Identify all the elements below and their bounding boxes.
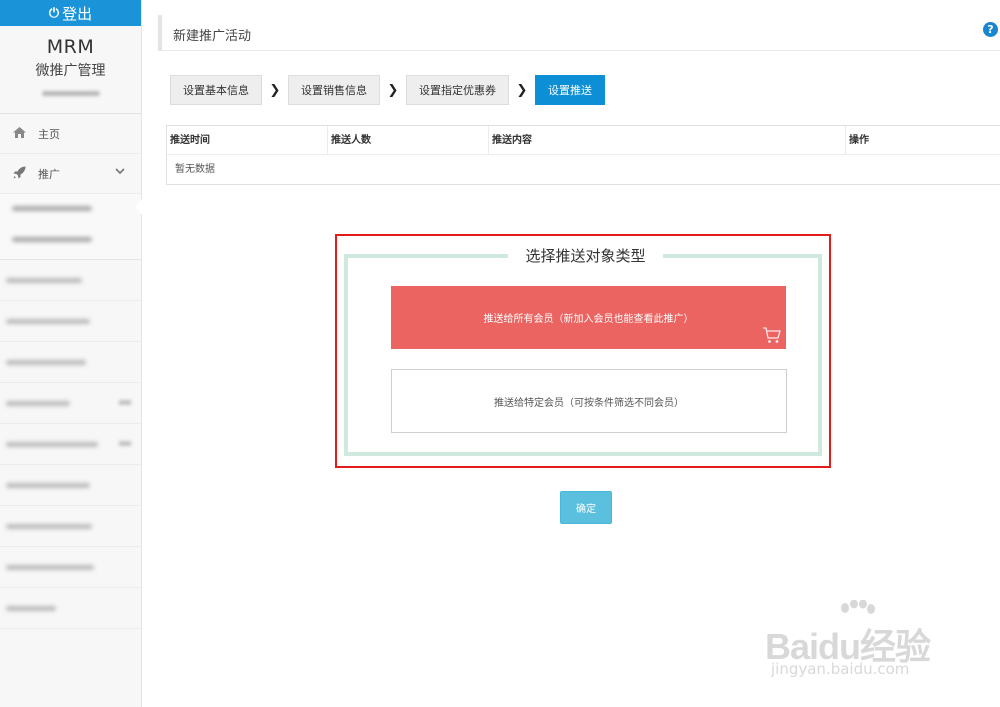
chevron-right-icon: ❯ <box>269 82 281 98</box>
blurred-sidebar-item[interactable] <box>0 383 141 424</box>
blurred-sidebar-item[interactable] <box>0 424 141 465</box>
sidebar-item-label: 推广 <box>38 167 60 181</box>
blurred-sidebar-item[interactable] <box>0 260 141 301</box>
blurred-submenu-item[interactable] <box>12 237 92 242</box>
blurred-sidebar-item[interactable] <box>0 588 141 629</box>
blurred-submenu-item[interactable] <box>12 206 92 211</box>
submenu-blurred <box>0 194 142 260</box>
page-title: 新建推广活动 <box>173 29 252 44</box>
highlight-box: 选择推送对象类型 推送给所有会员（新加入会员也能查看此推广） 推送给特定会员（可… <box>335 234 831 468</box>
column-header-time: 推送时间 <box>170 135 210 146</box>
sidebar-item-home[interactable]: 主页 <box>0 114 141 154</box>
sidebar-item-label: 主页 <box>38 127 60 141</box>
push-specific-members-label: 推送给特定会员（可按条件筛选不同会员） <box>494 397 684 409</box>
column-header-actions: 操作 <box>845 126 1000 155</box>
chevron-right-icon: ❯ <box>516 82 528 98</box>
rocket-icon <box>12 166 26 182</box>
power-icon: ⏻ <box>48 5 60 21</box>
blurred-sidebar-item[interactable] <box>0 547 141 588</box>
column-header-count: 推送人数 <box>327 126 488 155</box>
step-basic-info[interactable]: 设置基本信息 <box>170 75 262 105</box>
sidebar-item-promotion[interactable]: 推广 <box>0 154 141 194</box>
brand-subtitle: 微推广管理 <box>35 63 106 79</box>
push-all-members-option[interactable]: 推送给所有会员（新加入会员也能查看此推广） <box>391 286 786 349</box>
column-header-content: 推送内容 <box>488 126 845 155</box>
push-target-fieldset: 选择推送对象类型 推送给所有会员（新加入会员也能查看此推广） 推送给特定会员（可… <box>344 244 822 456</box>
step-push-settings[interactable]: 设置推送 <box>535 75 605 105</box>
wizard-steps: 设置基本信息 ❯ 设置销售信息 ❯ 设置指定优惠券 ❯ 设置推送 <box>170 75 605 105</box>
home-icon <box>12 126 26 141</box>
brand-title: MRM <box>46 36 95 58</box>
logout-label: 登出 <box>62 4 93 23</box>
brand-block: MRM 微推广管理 <box>0 26 141 114</box>
blurred-sidebar-item[interactable] <box>0 506 141 547</box>
table-header: 推送时间 推送人数 推送内容 操作 <box>167 126 1000 155</box>
push-target-legend: 选择推送对象类型 <box>508 244 663 268</box>
chevron-right-icon: ❯ <box>387 82 399 98</box>
sidebar: ⏻ 登出 MRM 微推广管理 主页 推广 <box>0 0 142 707</box>
active-pointer <box>135 199 142 215</box>
watermark-url: jingyan.baidu.com <box>771 660 910 678</box>
blurred-username <box>41 91 100 96</box>
baidu-watermark: Baidu经验 jingyan.baidu.com <box>765 600 955 690</box>
chevron-down-icon <box>115 167 125 178</box>
step-coupon[interactable]: 设置指定优惠券 <box>406 75 509 105</box>
page-header: 新建推广活动 <box>158 15 1000 51</box>
push-history-table: 推送时间 推送人数 推送内容 操作 暂无数据 <box>166 125 1000 185</box>
push-specific-members-option[interactable]: 推送给特定会员（可按条件筛选不同会员） <box>391 369 787 433</box>
logout-button[interactable]: ⏻ 登出 <box>0 0 141 26</box>
blurred-sidebar-item[interactable] <box>0 301 141 342</box>
help-icon[interactable]: ? <box>983 22 998 37</box>
push-all-members-label: 推送给所有会员（新加入会员也能查看此推广） <box>483 314 694 325</box>
blurred-sidebar-item[interactable] <box>0 465 141 506</box>
confirm-button[interactable]: 确定 <box>560 491 612 524</box>
blurred-sidebar-item[interactable] <box>0 342 141 383</box>
empty-state-text: 暂无数据 <box>175 164 215 175</box>
step-sales-info[interactable]: 设置销售信息 <box>288 75 380 105</box>
shopping-cart-icon <box>762 325 782 345</box>
